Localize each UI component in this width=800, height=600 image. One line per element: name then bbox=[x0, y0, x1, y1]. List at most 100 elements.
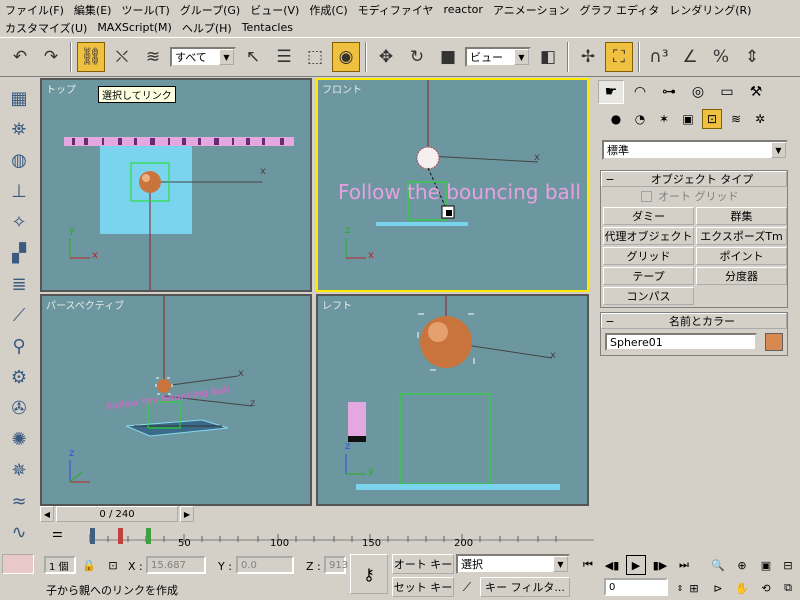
goto-end-icon[interactable]: ⏭ bbox=[674, 555, 694, 575]
menu-item[interactable]: 作成(C) bbox=[304, 2, 352, 18]
category-dropdown[interactable]: 標準 ▼ bbox=[602, 140, 788, 160]
display-tab-icon[interactable]: ▭ bbox=[714, 80, 740, 104]
cameras-icon[interactable]: ▣ bbox=[678, 109, 698, 129]
menu-item[interactable]: 編集(E) bbox=[69, 2, 117, 18]
menu-item[interactable]: レンダリング(R) bbox=[664, 2, 756, 18]
menu-item[interactable]: グラフ エディタ bbox=[574, 2, 664, 18]
menu-item[interactable]: ファイル(F) bbox=[0, 2, 69, 18]
unlink-icon[interactable]: ⛌ bbox=[108, 42, 136, 72]
select-by-name-icon[interactable]: ☰ bbox=[270, 42, 298, 72]
z-coord-field[interactable]: 913 bbox=[324, 556, 348, 574]
selection-filter-dropdown[interactable]: すべて ▼ bbox=[170, 47, 236, 67]
move-icon[interactable]: ✥ bbox=[372, 42, 400, 72]
dummy-button[interactable]: ダミー bbox=[603, 207, 694, 225]
gear-icon[interactable]: ⚙ bbox=[4, 363, 34, 391]
object-name-field[interactable]: Sphere01 bbox=[605, 333, 757, 351]
rope-icon[interactable]: ⟋ bbox=[4, 301, 34, 329]
angle-snap-icon[interactable]: ∠ bbox=[676, 42, 704, 72]
rect-selection-icon[interactable]: ⬚ bbox=[301, 42, 329, 72]
lock-icon[interactable]: 🔒 bbox=[80, 556, 98, 574]
utilities-tab-icon[interactable]: ⚒ bbox=[743, 80, 769, 104]
proxy-button[interactable]: 代理オブジェクト bbox=[603, 227, 694, 245]
key-icon[interactable]: ⚷ bbox=[350, 554, 388, 594]
zoom-icon[interactable]: 🔍 bbox=[708, 555, 728, 575]
menu-item[interactable]: ヘルプ(H) bbox=[177, 20, 237, 36]
snap-3d-icon[interactable]: ∩³ bbox=[645, 42, 673, 72]
play-icon[interactable]: ▶ bbox=[626, 555, 646, 575]
shapes-icon[interactable]: ◔ bbox=[630, 109, 650, 129]
name-color-header[interactable]: − 名前とカラー bbox=[601, 313, 787, 329]
next-frame-icon[interactable]: ▶ bbox=[180, 506, 194, 522]
absolute-mode-icon[interactable]: ⊡ bbox=[104, 556, 122, 574]
current-frame-field[interactable]: 0 bbox=[604, 578, 668, 596]
menu-item[interactable]: Tentacles bbox=[237, 21, 298, 34]
key-selection-dropdown[interactable]: 選択 ▼ bbox=[456, 554, 570, 574]
zoom-extents-all-icon[interactable]: ⊟ bbox=[778, 555, 798, 575]
select-and-link-icon[interactable]: ⛓ bbox=[77, 42, 105, 72]
undo-icon[interactable]: ↶ bbox=[6, 42, 34, 72]
key-filters-button[interactable]: キー フィルタ... bbox=[480, 577, 570, 597]
viewport-left[interactable]: レフト x z y bbox=[316, 294, 589, 506]
menu-item[interactable]: モディファイヤ bbox=[353, 2, 439, 18]
viewport-perspective[interactable]: パースペクティブ Follow the bouncing ball x z z bbox=[40, 294, 312, 506]
redo-icon[interactable]: ↷ bbox=[37, 42, 65, 72]
point-button[interactable]: ポイント bbox=[696, 247, 787, 265]
reference-coord-dropdown[interactable]: ビュー ▼ bbox=[465, 47, 531, 67]
fov-icon[interactable]: ⊳ bbox=[708, 578, 728, 598]
menu-item[interactable]: ビュー(V) bbox=[245, 2, 304, 18]
auto-key-button[interactable]: オート キー bbox=[392, 554, 454, 574]
prev-frame-icon[interactable]: ◀ bbox=[40, 506, 54, 522]
compass-button[interactable]: コンパス bbox=[603, 287, 694, 305]
scale-icon[interactable]: ■ bbox=[434, 42, 462, 72]
stack-icon[interactable]: ≣ bbox=[4, 270, 34, 298]
goto-start-icon[interactable]: ⏮ bbox=[578, 555, 598, 575]
track-bar[interactable]: ⚌ 50 100 150 200 bbox=[38, 524, 594, 550]
boxes-icon[interactable]: ▦ bbox=[4, 84, 34, 112]
water-icon[interactable]: ≈ bbox=[4, 487, 34, 515]
crowd-button[interactable]: 群集 bbox=[696, 207, 787, 225]
menu-item[interactable]: アニメーション bbox=[488, 2, 575, 18]
viewport-front[interactable]: フロント Follow the bouncing ball x z x bbox=[316, 78, 589, 292]
menu-item[interactable]: reactor bbox=[439, 3, 488, 16]
x-coord-field[interactable]: 15.687 bbox=[146, 556, 206, 574]
helpers-icon[interactable]: ⊡ bbox=[702, 109, 722, 129]
pivot-center-icon[interactable]: ◧ bbox=[534, 42, 562, 72]
motion-tab-icon[interactable]: ◎ bbox=[685, 80, 711, 104]
sphere-icon[interactable]: ◍ bbox=[4, 146, 34, 174]
object-color-swatch[interactable] bbox=[765, 333, 783, 351]
orbit-icon[interactable]: ⟲ bbox=[756, 578, 776, 598]
geometry-icon[interactable]: ● bbox=[606, 109, 626, 129]
next-key-icon[interactable]: ▮▶ bbox=[650, 555, 670, 575]
cloth-icon[interactable]: ⛯ bbox=[4, 115, 34, 143]
pan-icon[interactable]: ✋ bbox=[732, 578, 752, 598]
rotate-icon[interactable]: ↻ bbox=[403, 42, 431, 72]
protractor-button[interactable]: 分度器 bbox=[696, 267, 787, 285]
wind-icon[interactable]: ∿ bbox=[4, 518, 34, 546]
motor-icon[interactable]: ✇ bbox=[4, 394, 34, 422]
modify-tab-icon[interactable]: ◠ bbox=[627, 80, 653, 104]
maximize-viewport-icon[interactable]: ⧉ bbox=[778, 578, 798, 598]
zoom-all-icon[interactable]: ⊕ bbox=[732, 555, 752, 575]
maxscript-listener[interactable] bbox=[2, 554, 34, 574]
lights-icon[interactable]: ✶ bbox=[654, 109, 674, 129]
menu-item[interactable]: グループ(G) bbox=[175, 2, 245, 18]
tangent-icon[interactable]: ⟋ bbox=[456, 577, 478, 597]
keyboard-shortcut-icon[interactable]: ⛶ bbox=[605, 42, 633, 72]
percent-snap-icon[interactable]: % bbox=[707, 42, 735, 72]
set-key-button[interactable]: セット キー bbox=[392, 577, 454, 597]
plane-icon[interactable]: ⊥ bbox=[4, 177, 34, 205]
autogrid-checkbox[interactable] bbox=[641, 190, 652, 202]
prev-key-icon[interactable]: ◀▮ bbox=[602, 555, 622, 575]
grid-button[interactable]: グリッド bbox=[603, 247, 694, 265]
tape-button[interactable]: テープ bbox=[603, 267, 694, 285]
spring-icon[interactable]: ✧ bbox=[4, 208, 34, 236]
hierarchy-tab-icon[interactable]: ⊶ bbox=[656, 80, 682, 104]
time-config-icon[interactable]: ⊞ bbox=[684, 578, 704, 598]
menu-item[interactable]: カスタマイズ(U) bbox=[0, 20, 92, 36]
menu-item[interactable]: MAXScript(M) bbox=[92, 21, 177, 34]
expose-tm-button[interactable]: エクスポーズTm bbox=[696, 227, 787, 245]
menu-item[interactable]: ツール(T) bbox=[116, 2, 174, 18]
space-warps-icon[interactable]: ≋ bbox=[726, 109, 746, 129]
fan-icon[interactable]: ✺ bbox=[4, 425, 34, 453]
checker-icon[interactable]: ▞ bbox=[4, 239, 34, 267]
